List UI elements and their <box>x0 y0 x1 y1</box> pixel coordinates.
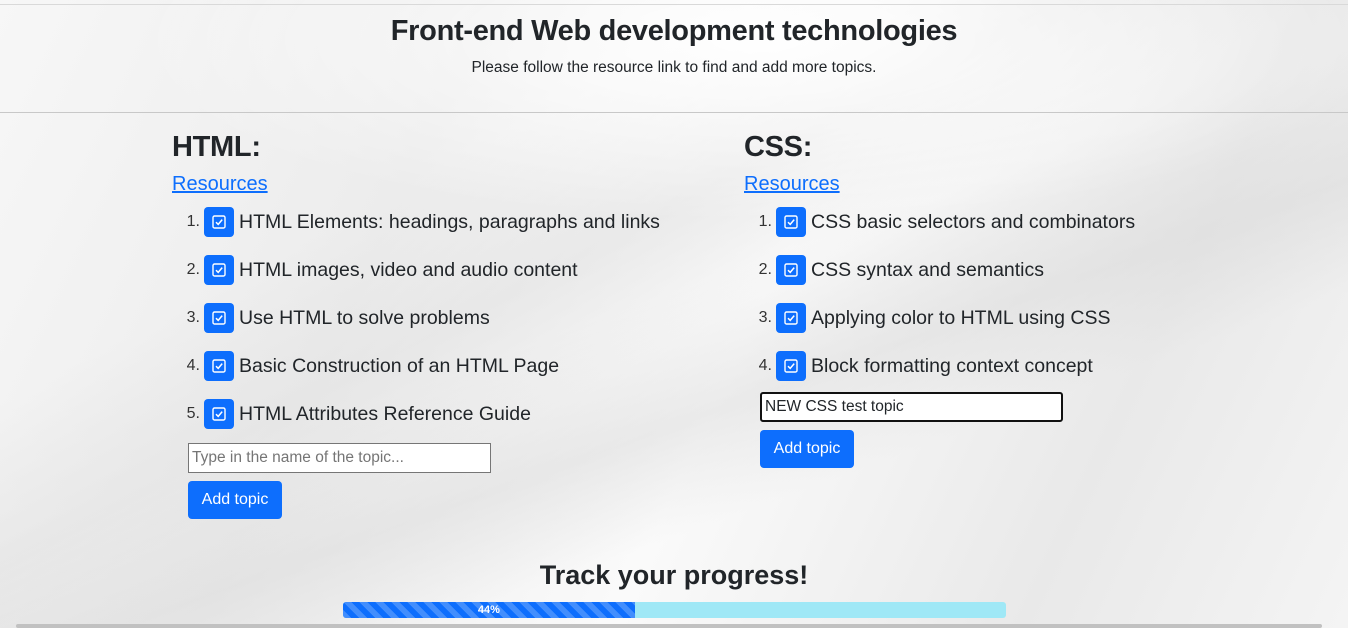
topic-label: HTML Elements: headings, paragraphs and … <box>239 210 660 233</box>
list-item: 4. Basic Construction of an HTML Page <box>172 342 692 390</box>
check-square-icon[interactable] <box>204 207 234 237</box>
topic-label: HTML Attributes Reference Guide <box>239 402 531 425</box>
html-section: HTML: Resources 1. HTML Elements: headin… <box>172 130 692 519</box>
list-item: 5. HTML Attributes Reference Guide <box>172 390 692 438</box>
topic-label: Block formatting context concept <box>811 354 1093 377</box>
item-number: 4. <box>186 357 200 374</box>
page-title: Front-end Web development technologies <box>390 15 958 47</box>
css-resources-link[interactable]: Resources <box>744 172 840 196</box>
topic-label: CSS basic selectors and combinators <box>811 210 1136 233</box>
list-item: 2. HTML images, video and audio content <box>172 246 692 294</box>
list-item: 3. Applying color to HTML using CSS <box>744 294 1264 342</box>
page-header: Front-end Web development technologies P… <box>0 5 1348 113</box>
item-number: 3. <box>186 309 200 326</box>
item-number: 5. <box>186 405 200 422</box>
topic-label: CSS syntax and semantics <box>811 258 1045 281</box>
html-resources-link[interactable]: Resources <box>172 172 268 196</box>
list-item: 1. HTML Elements: headings, paragraphs a… <box>172 198 692 246</box>
progress-bar: 44% <box>343 602 1006 618</box>
progress-title: Track your progress! <box>539 560 809 590</box>
horizontal-scrollbar[interactable] <box>16 624 1322 628</box>
css-section: CSS: Resources 1. CSS basic selectors an… <box>744 130 1264 468</box>
item-number: 1. <box>186 213 200 230</box>
item-number: 2. <box>186 261 200 278</box>
check-square-icon[interactable] <box>776 207 806 237</box>
css-topic-list: 1. CSS basic selectors and combinators 2… <box>744 198 1264 390</box>
list-item: 4. Block formatting context concept <box>744 342 1264 390</box>
item-number: 3. <box>758 309 772 326</box>
progress-fill: 44% <box>343 602 635 618</box>
topic-label: HTML images, video and audio content <box>239 258 578 281</box>
topic-label: Basic Construction of an HTML Page <box>239 354 560 377</box>
html-heading: HTML: <box>172 131 261 163</box>
check-square-icon[interactable] <box>204 303 234 333</box>
list-item: 2. CSS syntax and semantics <box>744 246 1264 294</box>
css-add-topic-button[interactable]: Add topic <box>760 430 854 468</box>
item-number: 2. <box>758 261 772 278</box>
topic-label: Use HTML to solve problems <box>239 306 490 329</box>
page-subtitle: Please follow the resource link to find … <box>471 59 877 76</box>
check-square-icon[interactable] <box>776 255 806 285</box>
html-topic-list: 1. HTML Elements: headings, paragraphs a… <box>172 198 692 438</box>
css-heading: CSS: <box>744 131 813 163</box>
list-item: 1. CSS basic selectors and combinators <box>744 198 1264 246</box>
check-square-icon[interactable] <box>204 399 234 429</box>
check-square-icon[interactable] <box>204 255 234 285</box>
html-add-topic-button[interactable]: Add topic <box>188 481 282 519</box>
check-square-icon[interactable] <box>204 351 234 381</box>
item-number: 1. <box>758 213 772 230</box>
item-number: 4. <box>758 357 772 374</box>
html-topic-input[interactable] <box>188 443 491 473</box>
topic-label: Applying color to HTML using CSS <box>811 306 1111 329</box>
css-topic-input[interactable] <box>760 392 1063 422</box>
check-square-icon[interactable] <box>776 351 806 381</box>
list-item: 3. Use HTML to solve problems <box>172 294 692 342</box>
check-square-icon[interactable] <box>776 303 806 333</box>
